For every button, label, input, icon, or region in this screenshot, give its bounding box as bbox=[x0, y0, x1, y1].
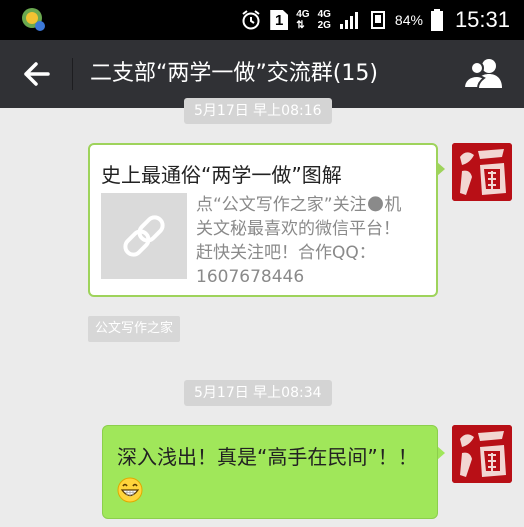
clock: 15:31 bbox=[454, 7, 510, 32]
card-title: 史上最通俗“两学一做”图解 bbox=[101, 163, 342, 187]
link-card-message[interactable]: 史上最通俗“两学一做”图解 点“公文写作之家”关注🌑机关文秘最喜欢的微信平台！赶… bbox=[88, 143, 438, 297]
card-tail bbox=[437, 162, 445, 176]
network-type-right: 4G 2G bbox=[317, 9, 331, 31]
message-text: 深入浅出！真是“高手在民间”！！ bbox=[117, 445, 418, 469]
bubble-tail bbox=[437, 446, 445, 460]
avatar[interactable] bbox=[452, 425, 512, 483]
header-divider bbox=[72, 58, 73, 90]
group-members-icon[interactable] bbox=[462, 54, 506, 94]
avatar-fu-icon bbox=[452, 143, 512, 201]
back-arrow-icon[interactable] bbox=[14, 52, 58, 96]
sim-icon: 1 bbox=[270, 10, 289, 30]
grinning-face-icon bbox=[117, 477, 143, 503]
text-message-bubble[interactable]: 深入浅出！真是“高手在民间”！！ bbox=[102, 425, 438, 519]
battery-percent: 84% bbox=[394, 12, 423, 28]
card-thumbnail bbox=[101, 193, 187, 279]
timestamp-chip: 5月17日 早上08:34 bbox=[184, 380, 332, 406]
vibrate-icon bbox=[370, 11, 385, 29]
status-bar: 1 4G ⇅ 4G 2G 84% 15:31 bbox=[0, 0, 524, 40]
status-icons: 1 4G ⇅ 4G 2G 84% 15:31 bbox=[240, 0, 510, 40]
card-description: 点“公文写作之家”关注🌑机关文秘最喜欢的微信平台！赶快关注吧！合作QQ：1607… bbox=[196, 195, 402, 287]
signal-icon bbox=[339, 12, 358, 29]
network-type-left: 4G ⇅ bbox=[296, 9, 310, 31]
avatar[interactable] bbox=[452, 143, 512, 201]
source-tag[interactable]: 公文写作之家 bbox=[88, 316, 181, 342]
app-notification-icon bbox=[22, 8, 45, 31]
avatar-fu-icon bbox=[452, 425, 512, 483]
battery-icon bbox=[430, 9, 443, 31]
timestamp-chip: 5月17日 早上08:16 bbox=[184, 98, 332, 124]
alarm-icon bbox=[242, 10, 260, 30]
link-icon bbox=[123, 215, 165, 257]
chat-screen: 1 4G ⇅ 4G 2G 84% 15:31 二支部“两学一做”交流群(15) … bbox=[0, 0, 524, 527]
